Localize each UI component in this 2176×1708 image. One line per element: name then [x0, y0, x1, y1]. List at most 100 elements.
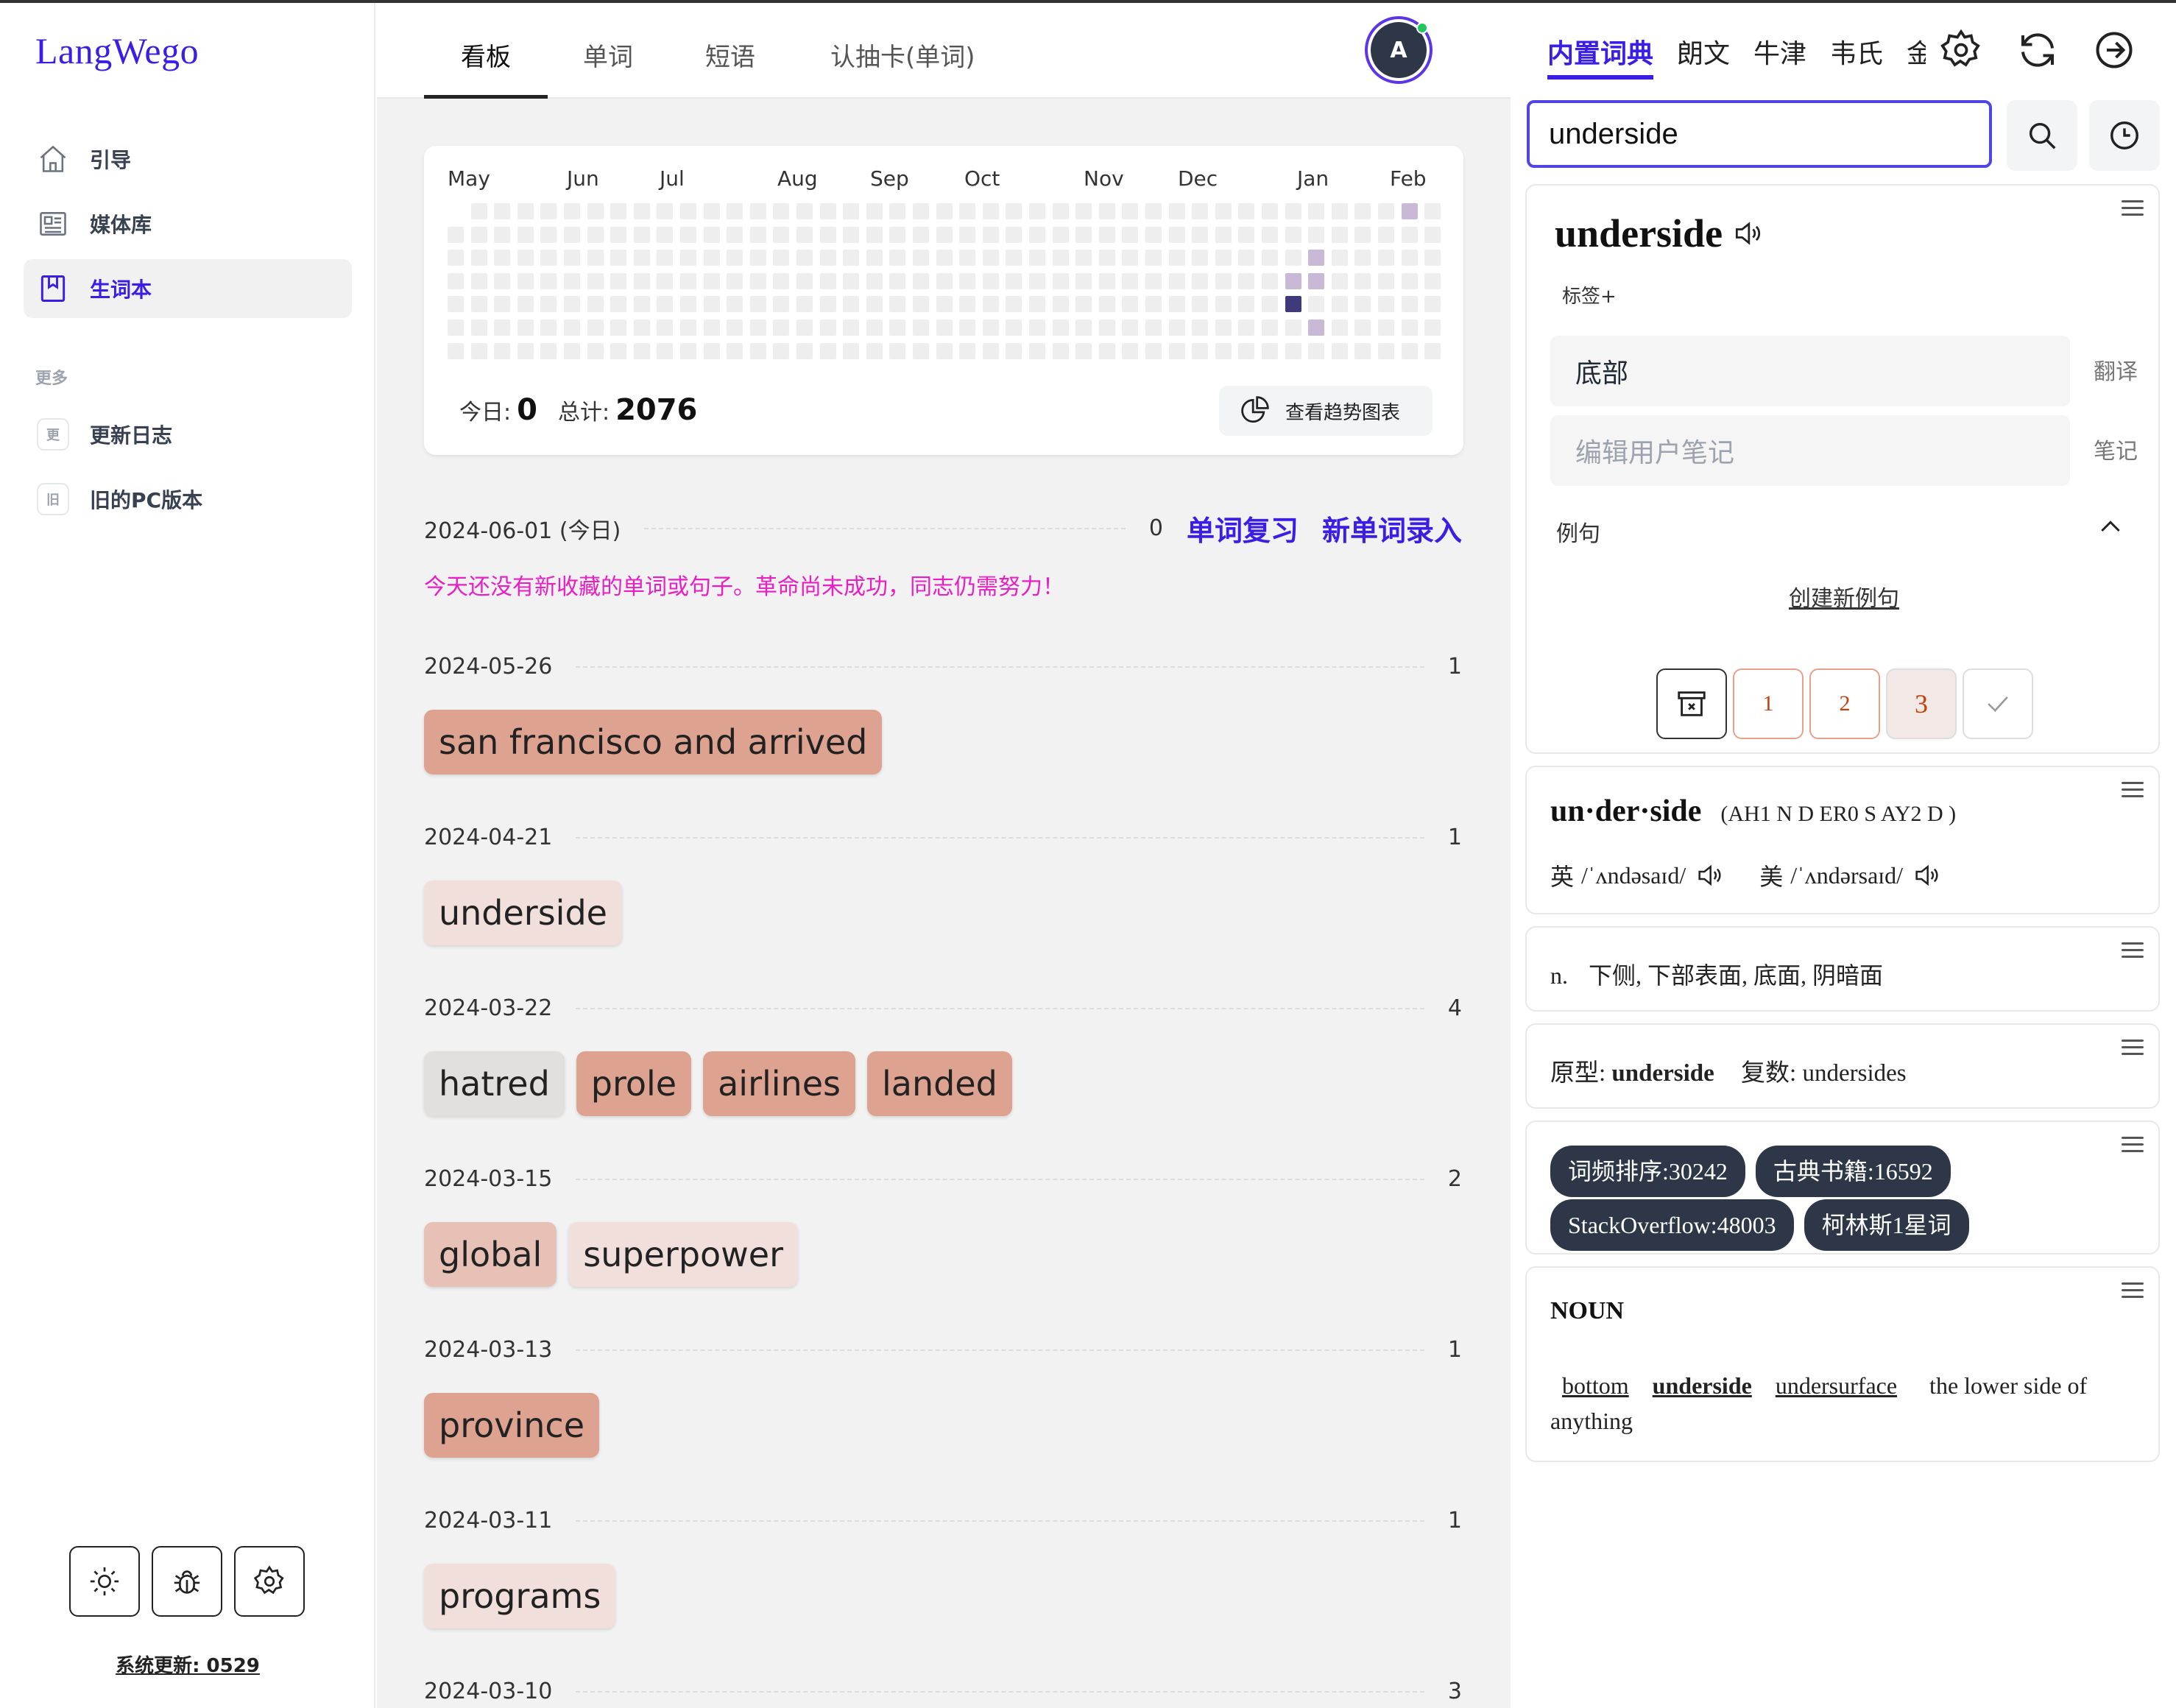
heatmap-cell[interactable] — [982, 296, 999, 313]
heatmap-cell[interactable] — [680, 250, 696, 267]
heatmap-cell[interactable] — [1006, 320, 1022, 336]
heatmap-cell[interactable] — [1006, 296, 1022, 313]
heatmap-cell[interactable] — [1075, 250, 1092, 267]
heatmap-cell[interactable] — [494, 250, 511, 267]
heatmap-cell[interactable] — [1192, 320, 1209, 336]
heatmap-cell[interactable] — [564, 296, 580, 313]
heatmap-cell[interactable] — [1075, 296, 1092, 313]
heatmap-cell[interactable] — [610, 342, 627, 359]
drag-handle-icon[interactable] — [2122, 1040, 2144, 1056]
heatmap-cell[interactable] — [587, 296, 604, 313]
heatmap-cell[interactable] — [587, 272, 604, 289]
heatmap-cell[interactable] — [470, 203, 487, 219]
heatmap-cell[interactable] — [889, 203, 906, 219]
heatmap-cell[interactable] — [1215, 272, 1232, 289]
heatmap-cell[interactable] — [1401, 272, 1418, 289]
word-chip[interactable]: san francisco and arrived — [424, 710, 883, 774]
heatmap-cell[interactable] — [1378, 226, 1394, 243]
speaker-icon[interactable] — [1731, 217, 1764, 250]
heatmap-cell[interactable] — [749, 250, 766, 267]
heatmap-cell[interactable] — [703, 296, 720, 313]
heatmap-cell[interactable] — [610, 272, 627, 289]
create-example-link[interactable]: 创建新例句 — [1527, 580, 2161, 613]
heatmap-cell[interactable] — [540, 272, 557, 289]
heatmap-cell[interactable] — [727, 250, 743, 267]
heatmap-cell[interactable] — [1122, 320, 1139, 336]
heatmap-cell[interactable] — [843, 250, 860, 267]
heatmap-cell[interactable] — [1145, 203, 1162, 219]
heatmap-cell[interactable] — [470, 226, 487, 243]
heatmap-cell[interactable] — [1285, 272, 1301, 289]
heatmap-cell[interactable] — [1029, 272, 1045, 289]
heatmap-cell[interactable] — [1192, 342, 1209, 359]
heatmap-cell[interactable] — [959, 226, 976, 243]
heatmap-cell[interactable] — [749, 342, 766, 359]
translation-field[interactable]: 底部 — [1550, 336, 2070, 406]
heatmap-cell[interactable] — [1122, 226, 1139, 243]
heatmap-cell[interactable] — [1401, 342, 1418, 359]
heatmap-cell[interactable] — [796, 296, 813, 313]
heatmap-cell[interactable] — [749, 203, 766, 219]
heatmap-cell[interactable] — [1308, 272, 1325, 289]
heatmap-cell[interactable] — [843, 342, 860, 359]
heatmap-cell[interactable] — [610, 203, 627, 219]
refresh-icon[interactable] — [2016, 28, 2060, 72]
heatmap-cell[interactable] — [633, 250, 650, 267]
heatmap-cell[interactable] — [1075, 203, 1092, 219]
heatmap-cell[interactable] — [1424, 203, 1441, 219]
heatmap-cell[interactable] — [587, 342, 604, 359]
heatmap-cell[interactable] — [470, 342, 487, 359]
heatmap-cell[interactable] — [982, 250, 999, 267]
heatmap-cell[interactable] — [773, 296, 790, 313]
heatmap-cell[interactable] — [1029, 250, 1045, 267]
search-input[interactable] — [1527, 100, 1992, 168]
synonym-link[interactable]: undersurface — [1776, 1372, 1897, 1399]
heatmap-cell[interactable] — [564, 342, 580, 359]
history-button[interactable] — [2089, 100, 2160, 171]
heatmap-cell[interactable] — [470, 296, 487, 313]
heatmap-cell[interactable] — [727, 203, 743, 219]
heatmap-cell[interactable] — [1331, 226, 1348, 243]
heatmap-cell[interactable] — [866, 342, 883, 359]
sidebar-item-changelog[interactable]: 更 更新日志 — [24, 405, 352, 464]
heatmap-cell[interactable] — [1378, 250, 1394, 267]
heatmap-cell[interactable] — [494, 272, 511, 289]
heatmap-cell[interactable] — [540, 226, 557, 243]
heatmap-cell[interactable] — [1238, 250, 1255, 267]
tab-oxford[interactable]: 牛津 — [1753, 32, 1806, 71]
logout-icon[interactable] — [2092, 28, 2136, 72]
heatmap-cell[interactable] — [1122, 272, 1139, 289]
heatmap-cell[interactable] — [1145, 320, 1162, 336]
heatmap-cell[interactable] — [1052, 250, 1069, 267]
heatmap-cell[interactable] — [749, 320, 766, 336]
heatmap-cell[interactable] — [540, 342, 557, 359]
heatmap-cell[interactable] — [1052, 342, 1069, 359]
app-logo[interactable]: LangWego — [35, 29, 199, 72]
tab-webster[interactable]: 韦氏 — [1830, 32, 1883, 71]
heatmap-cell[interactable] — [936, 272, 953, 289]
heatmap-cell[interactable] — [1262, 320, 1278, 336]
heatmap-cell[interactable] — [1168, 250, 1185, 267]
heatmap-cell[interactable] — [936, 296, 953, 313]
heatmap-cell[interactable] — [1098, 250, 1115, 267]
heatmap-cell[interactable] — [1285, 203, 1301, 219]
heatmap-cell[interactable] — [1424, 342, 1441, 359]
heatmap-cell[interactable] — [936, 342, 953, 359]
heatmap-cell[interactable] — [913, 226, 929, 243]
heatmap-cell[interactable] — [633, 203, 650, 219]
heatmap-cell[interactable] — [657, 226, 674, 243]
heatmap-cell[interactable] — [982, 203, 999, 219]
heatmap-cell[interactable] — [494, 342, 511, 359]
heatmap-cell[interactable] — [727, 320, 743, 336]
word-chip[interactable]: global — [424, 1222, 557, 1287]
heatmap-cell[interactable] — [1215, 296, 1232, 313]
heatmap-cell[interactable] — [1262, 203, 1278, 219]
user-note-field[interactable]: 编辑用户笔记 — [1550, 415, 2070, 486]
heatmap-cell[interactable] — [1285, 296, 1301, 313]
heatmap-cell[interactable] — [564, 320, 580, 336]
settings-button[interactable] — [234, 1546, 305, 1617]
theme-toggle-button[interactable] — [69, 1546, 140, 1617]
heatmap-cell[interactable] — [796, 272, 813, 289]
heatmap-cell[interactable] — [889, 320, 906, 336]
heatmap-cell[interactable] — [796, 342, 813, 359]
